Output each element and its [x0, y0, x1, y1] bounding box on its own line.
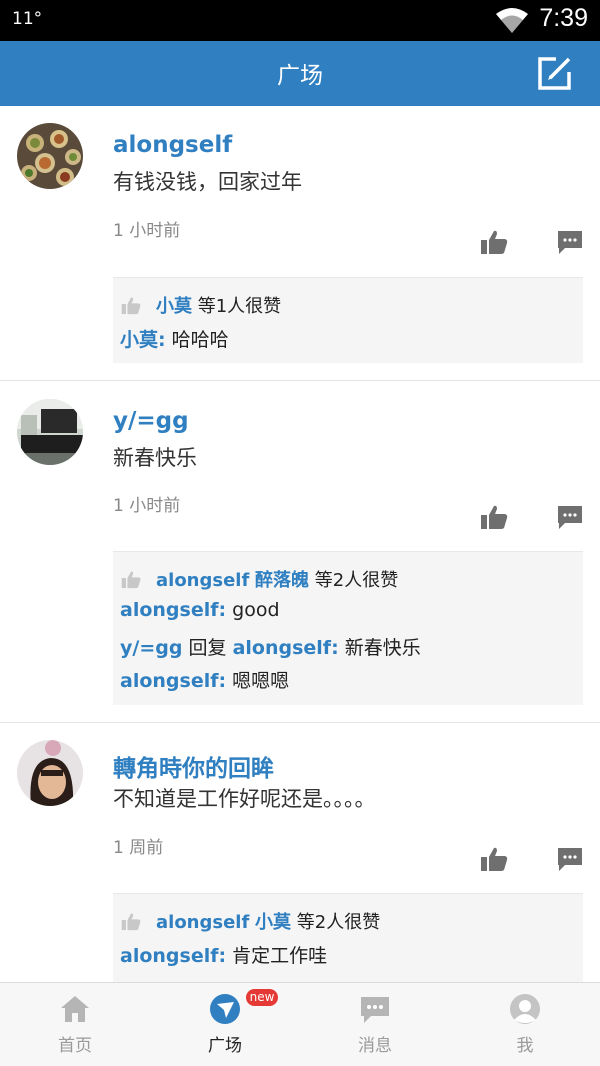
post-username[interactable]: alongself: [113, 132, 232, 158]
comment-author[interactable]: alongself: [120, 670, 219, 692]
home-icon: [61, 996, 89, 1022]
comment-icon[interactable]: [556, 229, 584, 255]
comment-text: good: [232, 599, 280, 621]
square-compass-icon: [210, 994, 240, 1024]
post-username[interactable]: 轉角時你的回眸: [113, 749, 274, 783]
compose-icon[interactable]: [536, 54, 574, 92]
liker-name[interactable]: 小莫: [255, 912, 291, 933]
liker-name[interactable]: alongself: [156, 570, 249, 591]
post-content: 有钱没钱，回家过年: [113, 170, 302, 194]
post-time: 1 小时前: [113, 221, 181, 241]
status-time: 7:39: [539, 4, 588, 32]
comment-author[interactable]: alongself: [120, 945, 219, 967]
bottom-nav: 首页 广场 消息 new 我: [0, 982, 600, 1066]
nav-label: 广场: [208, 1036, 242, 1056]
comment-text: 嗯嗯嗯: [232, 670, 290, 692]
post-content: 新春快乐: [113, 446, 197, 470]
like-icon[interactable]: [480, 846, 508, 872]
message-icon: [361, 997, 389, 1023]
status-bar: 11° 7:39: [0, 0, 600, 41]
likes-count: 等2人很赞: [296, 912, 381, 933]
like-icon[interactable]: [480, 229, 508, 255]
comment-row[interactable]: 小莫: 哈哈哈: [120, 325, 229, 352]
thumb-icon: [121, 913, 141, 931]
post-card: y/=gg 新春快乐 1 小时前 alongself 醉落魄 等2人很赞 alo…: [0, 381, 600, 723]
nav-label: 消息: [358, 1036, 392, 1056]
comment-box: 小莫 等1人很赞 小莫: 哈哈哈: [113, 277, 583, 363]
comment-row[interactable]: alongself: 肯定工作哇: [120, 941, 327, 968]
liker-name[interactable]: alongself: [156, 912, 249, 933]
comment-text: 肯定工作哇: [232, 945, 328, 967]
comment-text: 新春快乐: [344, 637, 421, 659]
comment-author[interactable]: y/=gg: [120, 637, 182, 659]
thumb-icon: [121, 571, 141, 589]
post-card: alongself 有钱没钱，回家过年 1 小时前 小莫 等1人很赞 小莫: 哈…: [0, 106, 600, 381]
wifi-icon: [496, 8, 528, 33]
avatar[interactable]: [17, 399, 83, 465]
comment-box: alongself 醉落魄 等2人很赞 alongself: good y/=g…: [113, 551, 583, 705]
likes-count: 等1人很赞: [197, 296, 282, 317]
comment-author[interactable]: alongself: [120, 599, 219, 621]
comment-box: alongself 小莫 等2人很赞 alongself: 肯定工作哇: [113, 893, 583, 982]
post-time: 1 周前: [113, 838, 164, 858]
like-icon[interactable]: [480, 504, 508, 530]
nav-item-home[interactable]: 首页: [0, 983, 150, 1066]
comment-icon[interactable]: [556, 504, 584, 530]
liker-name[interactable]: 醉落魄: [255, 570, 309, 591]
nav-item-messages[interactable]: 消息: [300, 983, 450, 1066]
new-badge: new: [246, 989, 278, 1006]
profile-icon: [510, 994, 540, 1024]
reply-target[interactable]: alongself: [233, 637, 332, 659]
post-username[interactable]: y/=gg: [113, 408, 189, 434]
comment-text: 哈哈哈: [171, 329, 229, 351]
likes-count: 等2人很赞: [314, 570, 399, 591]
comment-author[interactable]: 小莫: [120, 329, 158, 351]
comment-row[interactable]: y/=gg 回复 alongself: 新春快乐: [120, 633, 421, 660]
nav-item-me[interactable]: 我: [450, 983, 600, 1066]
avatar[interactable]: [17, 123, 83, 189]
thumb-icon: [121, 297, 141, 315]
comment-row[interactable]: alongself: 嗯嗯嗯: [120, 666, 289, 693]
nav-label: 首页: [58, 1036, 92, 1056]
post-time: 1 小时前: [113, 496, 181, 516]
avatar[interactable]: [17, 740, 83, 806]
comment-icon[interactable]: [556, 846, 584, 872]
post-card: 轉角時你的回眸 不知道是工作好呢还是。。。。 1 周前 alongself 小莫…: [0, 723, 600, 982]
post-content: 不知道是工作好呢还是。。。。: [113, 787, 376, 811]
feed-list[interactable]: alongself 有钱没钱，回家过年 1 小时前 小莫 等1人很赞 小莫: 哈…: [0, 106, 600, 982]
reply-word: 回复: [188, 637, 227, 659]
page-title: 广场: [277, 63, 323, 89]
comment-row[interactable]: alongself: good: [120, 599, 280, 621]
nav-label: 我: [516, 1036, 534, 1056]
app-bar: 广场: [0, 41, 600, 106]
liker-name[interactable]: 小莫: [156, 296, 192, 317]
status-temperature: 11°: [12, 9, 43, 29]
